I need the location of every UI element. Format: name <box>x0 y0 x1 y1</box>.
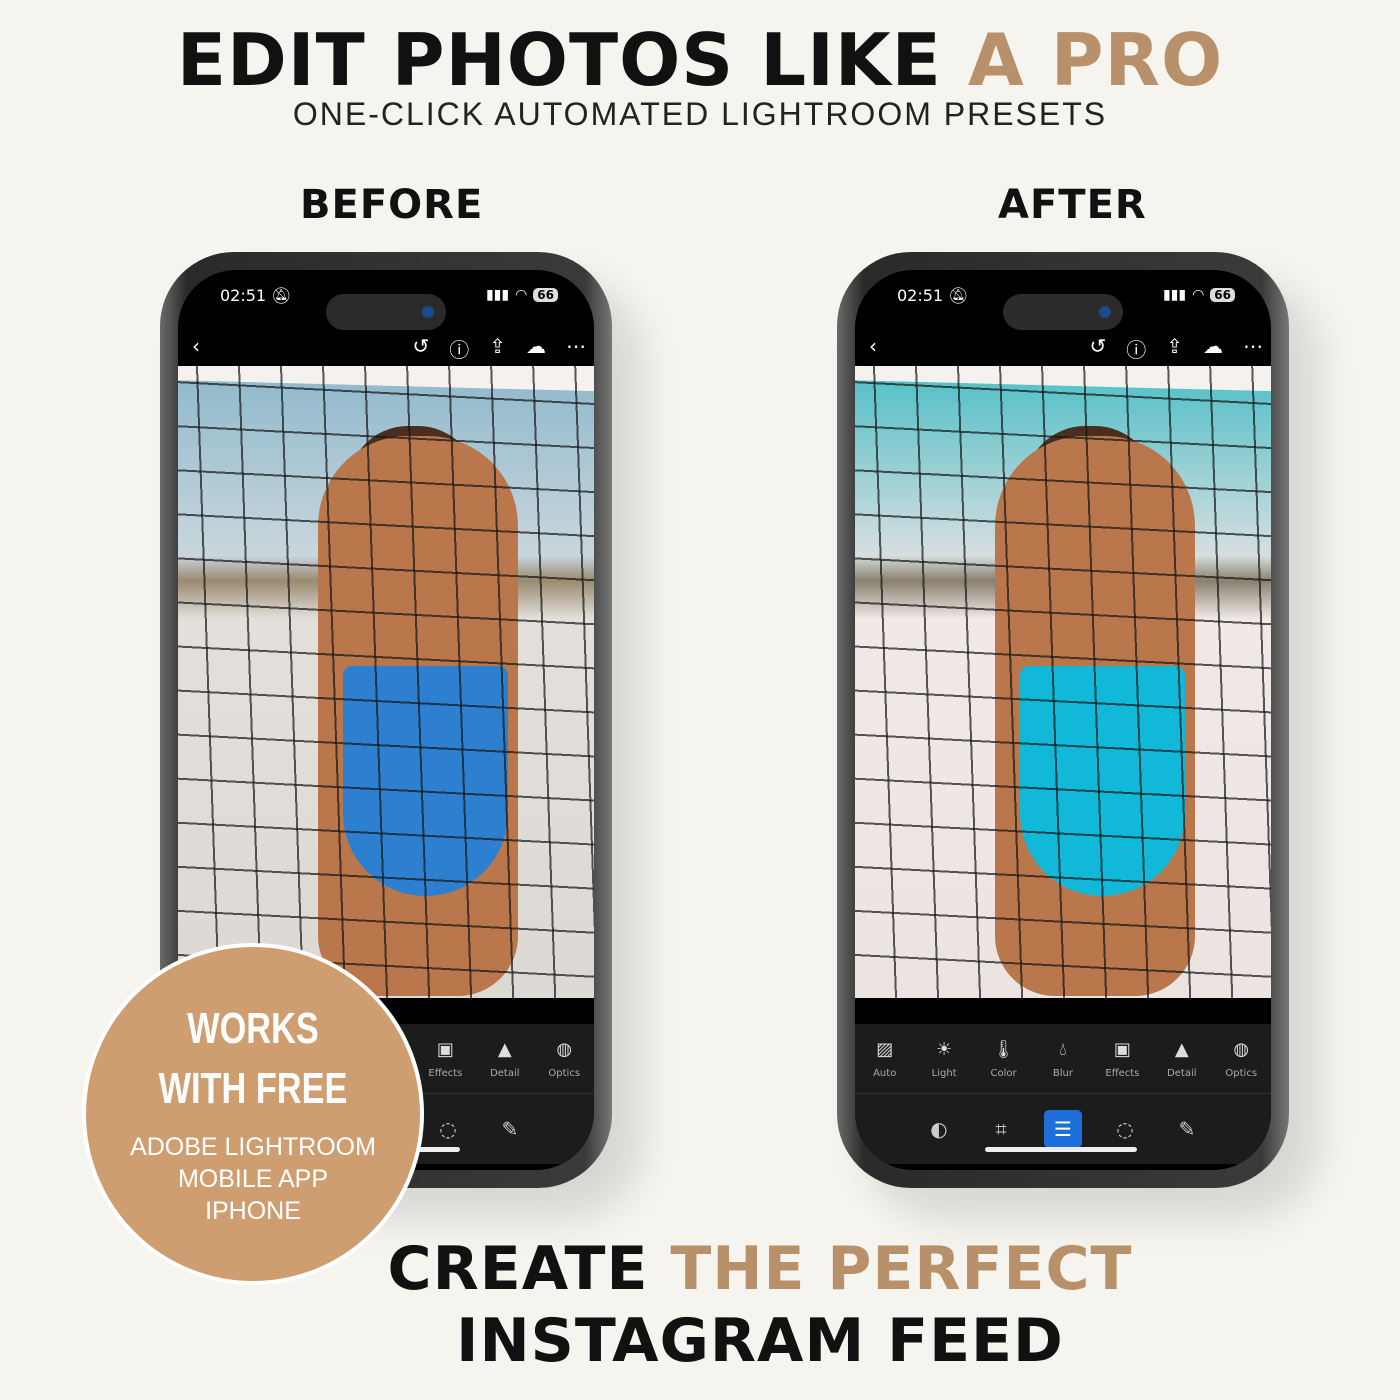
triangle-icon: ▲ <box>1174 1038 1189 1060</box>
tool-optics[interactable]: ◍ Optics <box>1216 1039 1266 1079</box>
headline-main: EDIT PHOTOS LIKE <box>176 18 942 102</box>
tool-auto[interactable]: ▨ Auto <box>860 1039 910 1079</box>
wifi-icon: ◠ <box>515 287 528 303</box>
auto-icon: ▨ <box>876 1038 894 1060</box>
badge-line-1: WORKS <box>187 1004 319 1053</box>
bell-slash-icon: 🔕︎ <box>948 286 969 305</box>
drop-icon: 💧︎ <box>1059 1038 1067 1060</box>
volleyball-net <box>178 366 594 998</box>
wifi-icon: ◠ <box>1192 287 1205 303</box>
sun-icon: ☀ <box>936 1038 953 1060</box>
headline-accent: A PRO <box>967 18 1224 102</box>
badge-line-5: IPHONE <box>205 1197 301 1225</box>
volleyball-net <box>855 366 1271 998</box>
footer-main: CREATE <box>387 1234 649 1304</box>
dynamic-island <box>326 294 446 330</box>
footer-line-2: INSTAGRAM FEED <box>456 1306 1064 1376</box>
tool-blur[interactable]: 💧︎ Blur <box>1038 1039 1088 1079</box>
tool-label: Optics <box>1225 1067 1258 1079</box>
before-label: BEFORE <box>300 182 484 228</box>
footer-accent: THE PERFECT <box>670 1234 1133 1304</box>
tool-optics[interactable]: ◍ Optics <box>539 1039 589 1079</box>
tool-label: Auto <box>873 1067 897 1079</box>
share-icon[interactable]: ⇪ <box>489 334 506 363</box>
phone-screen: 02:51 🔕︎ ▮▮▮ ◠ 66 ‹ ↺ ⓘ ⇪ ☁ ⋯ ▨ Auto ☀ Light 🌡… <box>855 270 1271 1170</box>
tool-detail[interactable]: ▲ Detail <box>480 1039 530 1079</box>
back-icon[interactable]: ‹ <box>192 334 200 358</box>
history-icon[interactable]: ↺ <box>412 334 429 363</box>
crop-icon[interactable]: ⌗ <box>982 1110 1020 1148</box>
camera-icon <box>1099 306 1111 318</box>
badge-line-4: MOBILE APP <box>177 1165 329 1193</box>
badge-line-3: ADOBE LIGHTROOM <box>130 1133 376 1161</box>
more-icon[interactable]: ⋯ <box>1243 334 1263 363</box>
lightroom-top-bar: ‹ ↺ ⓘ ⇪ ☁ ⋯ <box>855 332 1271 364</box>
photo-preview <box>178 366 594 998</box>
headline: EDIT PHOTOS LIKE A PRO <box>0 22 1400 98</box>
tool-color[interactable]: 🌡︎ Color <box>979 1039 1029 1079</box>
more-icon[interactable]: ⋯ <box>566 334 586 363</box>
cloud-synced-icon[interactable]: ☁ <box>526 334 546 363</box>
tool-light[interactable]: ☀ Light <box>919 1039 969 1079</box>
presets-icon[interactable]: ◐ <box>920 1110 958 1148</box>
tool-label: Detail <box>1167 1067 1197 1079</box>
help-icon[interactable]: ⓘ <box>1126 334 1146 363</box>
after-phone: 02:51 🔕︎ ▮▮▮ ◠ 66 ‹ ↺ ⓘ ⇪ ☁ ⋯ ▨ Auto ☀ Light 🌡… <box>837 252 1289 1188</box>
triangle-icon: ▲ <box>497 1038 512 1060</box>
status-time: 02:51 🔕︎ <box>220 286 292 305</box>
signal-icon: ▮▮▮ <box>1162 287 1187 303</box>
subtitle: ONE-CLICK AUTOMATED LIGHTROOM PRESETS <box>292 96 1108 132</box>
masking-icon[interactable]: ◌ <box>1106 1110 1144 1148</box>
share-icon[interactable]: ⇪ <box>1166 334 1183 363</box>
back-icon[interactable]: ‹ <box>869 334 877 358</box>
camera-icon <box>422 306 434 318</box>
tool-detail[interactable]: ▲ Detail <box>1157 1039 1207 1079</box>
lens-icon: ◍ <box>556 1038 573 1060</box>
status-bar: 02:51 🔕︎ ▮▮▮ ◠ 66 <box>855 284 1271 330</box>
battery-icon: 66 <box>533 288 558 302</box>
help-icon[interactable]: ⓘ <box>449 334 469 363</box>
tool-effects[interactable]: ▣ Effects <box>1097 1039 1147 1079</box>
healing-icon[interactable]: ✎ <box>1168 1110 1206 1148</box>
signal-icon: ▮▮▮ <box>485 287 510 303</box>
lens-icon: ◍ <box>1233 1038 1250 1060</box>
tool-label: Optics <box>548 1067 581 1079</box>
vignette-icon: ▣ <box>436 1038 454 1060</box>
tool-label: Effects <box>1105 1067 1140 1079</box>
tool-effects[interactable]: ▣ Effects <box>420 1039 470 1079</box>
home-indicator <box>985 1147 1137 1152</box>
history-icon[interactable]: ↺ <box>1089 334 1106 363</box>
healing-icon[interactable]: ✎ <box>491 1110 529 1148</box>
dynamic-island <box>1003 294 1123 330</box>
status-bar: 02:51 🔕︎ ▮▮▮ ◠ 66 <box>178 284 594 330</box>
tool-label: Color <box>990 1067 1017 1079</box>
battery-icon: 66 <box>1210 288 1235 302</box>
status-time: 02:51 🔕︎ <box>897 286 969 305</box>
bottom-tools-bar: ◐ ⌗ ☰ ◌ ✎ <box>855 1094 1271 1164</box>
tool-label: Detail <box>490 1067 520 1079</box>
tool-label: Blur <box>1052 1067 1074 1079</box>
lightroom-top-bar: ‹ ↺ ⓘ ⇪ ☁ ⋯ <box>178 332 594 364</box>
edit-tools-bar: ▨ Auto ☀ Light 🌡︎ Color 💧︎ Blur ▣ Effects ▲ Detail ◍… <box>855 1024 1271 1094</box>
photo-preview <box>855 366 1271 998</box>
thermometer-icon: 🌡︎ <box>992 1038 1015 1060</box>
badge-line-2: WITH FREE <box>158 1064 348 1113</box>
tool-label: Light <box>931 1067 957 1079</box>
time-text: 02:51 <box>220 286 267 305</box>
vignette-icon: ▣ <box>1113 1038 1131 1060</box>
tool-label: Effects <box>428 1067 463 1079</box>
cloud-synced-icon[interactable]: ☁ <box>1203 334 1223 363</box>
footer-line-1: CREATE THE PERFECT <box>330 1234 1190 1304</box>
after-label: AFTER <box>998 182 1147 228</box>
edit-sliders-icon[interactable]: ☰ <box>1044 1110 1082 1148</box>
masking-icon[interactable]: ◌ <box>429 1110 467 1148</box>
time-text: 02:51 <box>897 286 944 305</box>
bell-slash-icon: 🔕︎ <box>271 286 292 305</box>
